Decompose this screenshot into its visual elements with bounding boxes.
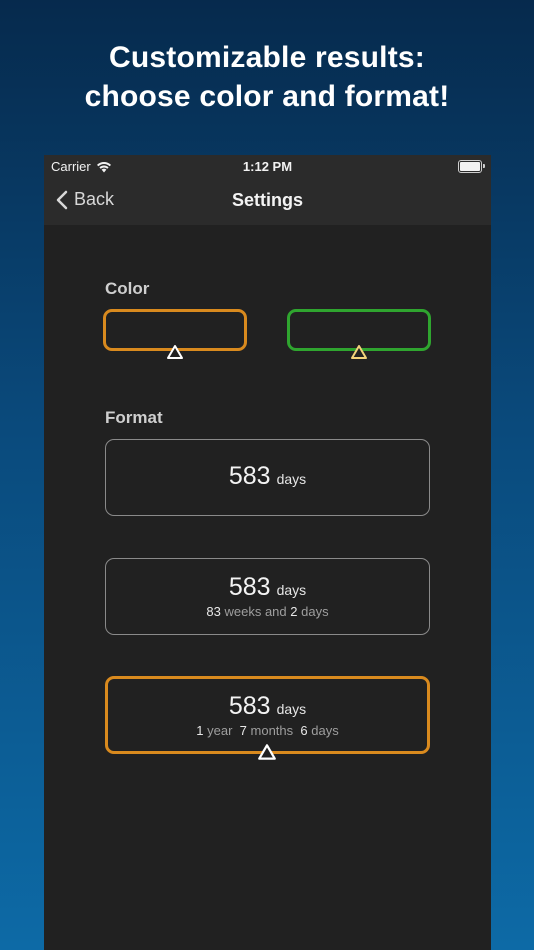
- selected-triangle-icon: [167, 345, 183, 359]
- format-number: 583: [228, 692, 271, 720]
- status-time: 1:12 PM: [242, 159, 293, 174]
- format-option-weeks[interactable]: 583 days 83 weeks and 2 days: [105, 558, 430, 635]
- format-number: 583: [228, 462, 271, 490]
- format-unit: days: [276, 701, 307, 717]
- selected-triangle-icon: [258, 744, 276, 760]
- format-unit: days: [276, 471, 307, 487]
- format-number: 583: [228, 573, 271, 601]
- headline-line-1: Customizable results:: [109, 41, 425, 74]
- format-unit: days: [276, 582, 307, 598]
- format-detail: 1 year 7 months 6 days: [196, 723, 339, 738]
- color-section-label: Color: [105, 279, 150, 298]
- status-bar: Carrier 1:12 PM: [44, 155, 491, 177]
- battery-icon: [458, 160, 485, 173]
- phone-screen: Carrier 1:12 PM Back Settings Color Form…: [44, 155, 491, 950]
- navigation-bar: Back Settings: [44, 177, 491, 225]
- headline-line-2: choose color and format!: [84, 80, 450, 113]
- page-title: Settings: [231, 190, 303, 210]
- promo-headline: Customizable results: choose color and f…: [0, 38, 534, 116]
- unselected-triangle-icon: [351, 345, 367, 359]
- format-option-days[interactable]: 583 days: [105, 439, 430, 516]
- format-detail: 83 weeks and 2 days: [206, 604, 329, 619]
- format-section-label: Format: [105, 408, 163, 427]
